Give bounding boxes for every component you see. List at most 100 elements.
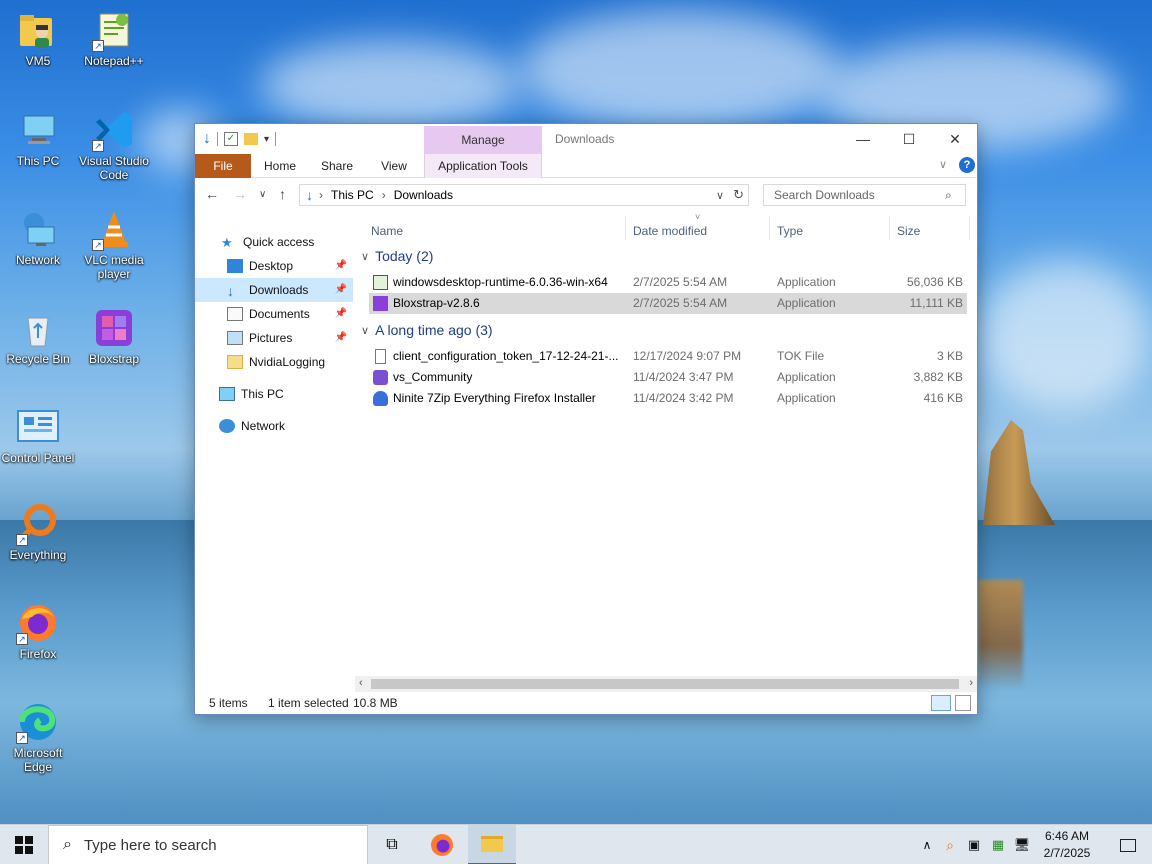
column-divider[interactable]: [889, 216, 890, 240]
file-row[interactable]: vs_Community 11/4/2024 3:47 PM Applicati…: [369, 367, 967, 388]
file-date: 2/7/2025 5:54 AM: [633, 275, 728, 289]
breadcrumb-this-pc[interactable]: This PC: [331, 188, 374, 202]
new-folder-icon[interactable]: [244, 133, 258, 145]
taskbar-firefox[interactable]: [418, 825, 466, 864]
taskbar: ⌕ Type here to search ⧉ ∧ ⌕ ▣ ▦ 🖥 6:46 A…: [0, 824, 1152, 864]
desktop-icon-network[interactable]: Network: [0, 207, 76, 267]
task-view-button[interactable]: ⧉: [368, 825, 416, 864]
manage-tab-header[interactable]: Manage: [424, 126, 542, 154]
pin-icon[interactable]: 📌: [335, 308, 347, 319]
desktop-icon-label: Notepad++: [84, 54, 144, 68]
up-arrow-icon[interactable]: ↑: [279, 186, 286, 202]
column-divider[interactable]: [769, 216, 770, 240]
desktop-icon-vlc[interactable]: ↗ VLC media player: [76, 207, 152, 281]
address-dropdown-icon[interactable]: ∨: [716, 189, 724, 202]
tab-home[interactable]: Home: [255, 154, 305, 178]
folder-icon: [481, 836, 503, 852]
desktop-icon-everything[interactable]: ↗ Everything: [0, 502, 76, 562]
address-row: ← → ∨ ↑ ↓ › This PC › Downloads ∨ ↻ Sear…: [195, 178, 977, 212]
firefox-icon: [431, 834, 453, 856]
everything-tray-icon[interactable]: ⌕: [938, 837, 962, 854]
nav-nvidialogging[interactable]: NvidiaLogging: [195, 350, 353, 374]
recent-locations-icon[interactable]: ∨: [259, 189, 266, 200]
nav-desktop[interactable]: Desktop 📌: [195, 254, 353, 278]
desktop-icon-this-pc[interactable]: This PC: [0, 108, 76, 168]
desktop-icon-notepadpp[interactable]: ↗ Notepad++: [76, 8, 152, 68]
file-size: 56,036 KB: [906, 275, 963, 289]
action-center-button[interactable]: [1104, 825, 1152, 864]
search-input[interactable]: Search Downloads: [763, 184, 966, 206]
refresh-icon[interactable]: ↻: [733, 187, 744, 203]
expand-ribbon-icon[interactable]: ∨: [939, 158, 947, 171]
desktop-icon-recycle-bin[interactable]: Recycle Bin: [0, 306, 76, 366]
vlc-icon: ↗: [92, 207, 136, 251]
address-bar[interactable]: ↓ › This PC › Downloads ∨ ↻: [299, 184, 749, 206]
desktop-icon-vm5[interactable]: VM5: [0, 8, 76, 68]
details-view-icon[interactable]: [931, 695, 951, 711]
close-button[interactable]: ✕: [932, 124, 978, 154]
tab-application-tools[interactable]: Application Tools: [424, 154, 542, 178]
forward-arrow-icon[interactable]: →: [233, 186, 247, 202]
pin-icon[interactable]: 📌: [335, 332, 347, 343]
file-row[interactable]: Ninite 7Zip Everything Firefox Installer…: [369, 388, 967, 409]
large-icons-view-icon[interactable]: [955, 695, 971, 711]
file-type: Application: [777, 296, 836, 310]
nav-quick-access[interactable]: ★ Quick access: [195, 230, 353, 254]
downloads-location-icon: ↓: [306, 187, 313, 203]
search-icon: ⌕: [945, 188, 952, 202]
desktop-icon-control-panel[interactable]: Control Panel: [0, 405, 76, 465]
scroll-right-icon[interactable]: ›: [969, 677, 973, 689]
documents-folder-icon: [227, 307, 243, 321]
nav-downloads[interactable]: ↓ Downloads 📌: [195, 278, 353, 302]
tray-app-icon[interactable]: ▣: [962, 837, 986, 853]
horizontal-scrollbar[interactable]: ‹ ›: [355, 676, 977, 692]
desktop-icon-label: Visual Studio Code: [79, 154, 149, 182]
tab-file[interactable]: File: [195, 154, 251, 178]
nav-this-pc[interactable]: This PC: [195, 382, 353, 406]
desktop-icon-edge[interactable]: ↗ Microsoft Edge: [0, 700, 76, 774]
pin-icon[interactable]: 📌: [335, 284, 347, 295]
nav-pictures[interactable]: Pictures 📌: [195, 326, 353, 350]
tab-view[interactable]: View: [369, 154, 419, 178]
column-header-name[interactable]: Name: [371, 218, 403, 244]
start-button[interactable]: [0, 825, 48, 864]
column-header-type[interactable]: Type: [777, 218, 803, 244]
clock-time: 6:46 AM: [1044, 829, 1090, 843]
bloxstrap-icon: [373, 296, 388, 311]
back-arrow-icon[interactable]: ←: [205, 186, 219, 202]
group-header-long-time-ago[interactable]: ∨ A long time ago (3): [361, 322, 493, 338]
file-row[interactable]: windowsdesktop-runtime-6.0.36-win-x64 2/…: [369, 272, 967, 293]
taskbar-clock[interactable]: 6:46 AM 2/7/2025: [1030, 828, 1104, 862]
show-hidden-icons-icon[interactable]: ∧: [916, 838, 938, 852]
pin-icon[interactable]: 📌: [335, 260, 347, 271]
properties-icon[interactable]: ✓: [224, 132, 238, 146]
scrollbar-thumb[interactable]: [371, 679, 959, 689]
column-header-size[interactable]: Size: [897, 218, 920, 244]
customize-toolbar-icon[interactable]: ▾: [264, 134, 269, 145]
group-header-today[interactable]: ∨ Today (2): [361, 248, 433, 264]
file-row-selected[interactable]: Bloxstrap-v2.8.6 2/7/2025 5:54 AM Applic…: [369, 293, 967, 314]
file-row[interactable]: client_configuration_token_17-12-24-21-.…: [369, 346, 967, 367]
column-divider[interactable]: [969, 216, 970, 240]
scroll-left-icon[interactable]: ‹: [359, 677, 363, 689]
taskbar-file-explorer[interactable]: [468, 825, 516, 864]
help-icon[interactable]: ?: [959, 157, 975, 173]
desktop-icon-bloxstrap[interactable]: Bloxstrap: [76, 306, 152, 366]
nav-documents[interactable]: Documents 📌: [195, 302, 353, 326]
desktop-icon-label: This PC: [16, 154, 60, 168]
column-divider[interactable]: [625, 216, 626, 240]
maximize-button[interactable]: ☐: [886, 124, 932, 154]
taskbar-search-box[interactable]: ⌕ Type here to search: [48, 825, 368, 864]
tab-share[interactable]: Share: [311, 154, 363, 178]
nvidia-tray-icon[interactable]: ▦: [986, 837, 1010, 853]
collapse-chevron-icon: ∨: [361, 250, 370, 263]
star-icon: ★: [221, 235, 233, 250]
shortcut-arrow-icon: ↗: [16, 534, 28, 546]
breadcrumb-downloads[interactable]: Downloads: [394, 188, 453, 202]
status-bar: 5 items 1 item selected 10.8 MB: [195, 692, 977, 714]
title-bar[interactable]: ↓ ✓ ▾ Manage Downloads — ☐ ✕: [195, 124, 977, 154]
desktop-icon-vscode[interactable]: ↗ Visual Studio Code: [76, 108, 152, 182]
minimize-button[interactable]: —: [840, 124, 886, 154]
nav-network[interactable]: Network: [195, 414, 353, 438]
desktop-icon-firefox[interactable]: ↗ Firefox: [0, 601, 76, 661]
